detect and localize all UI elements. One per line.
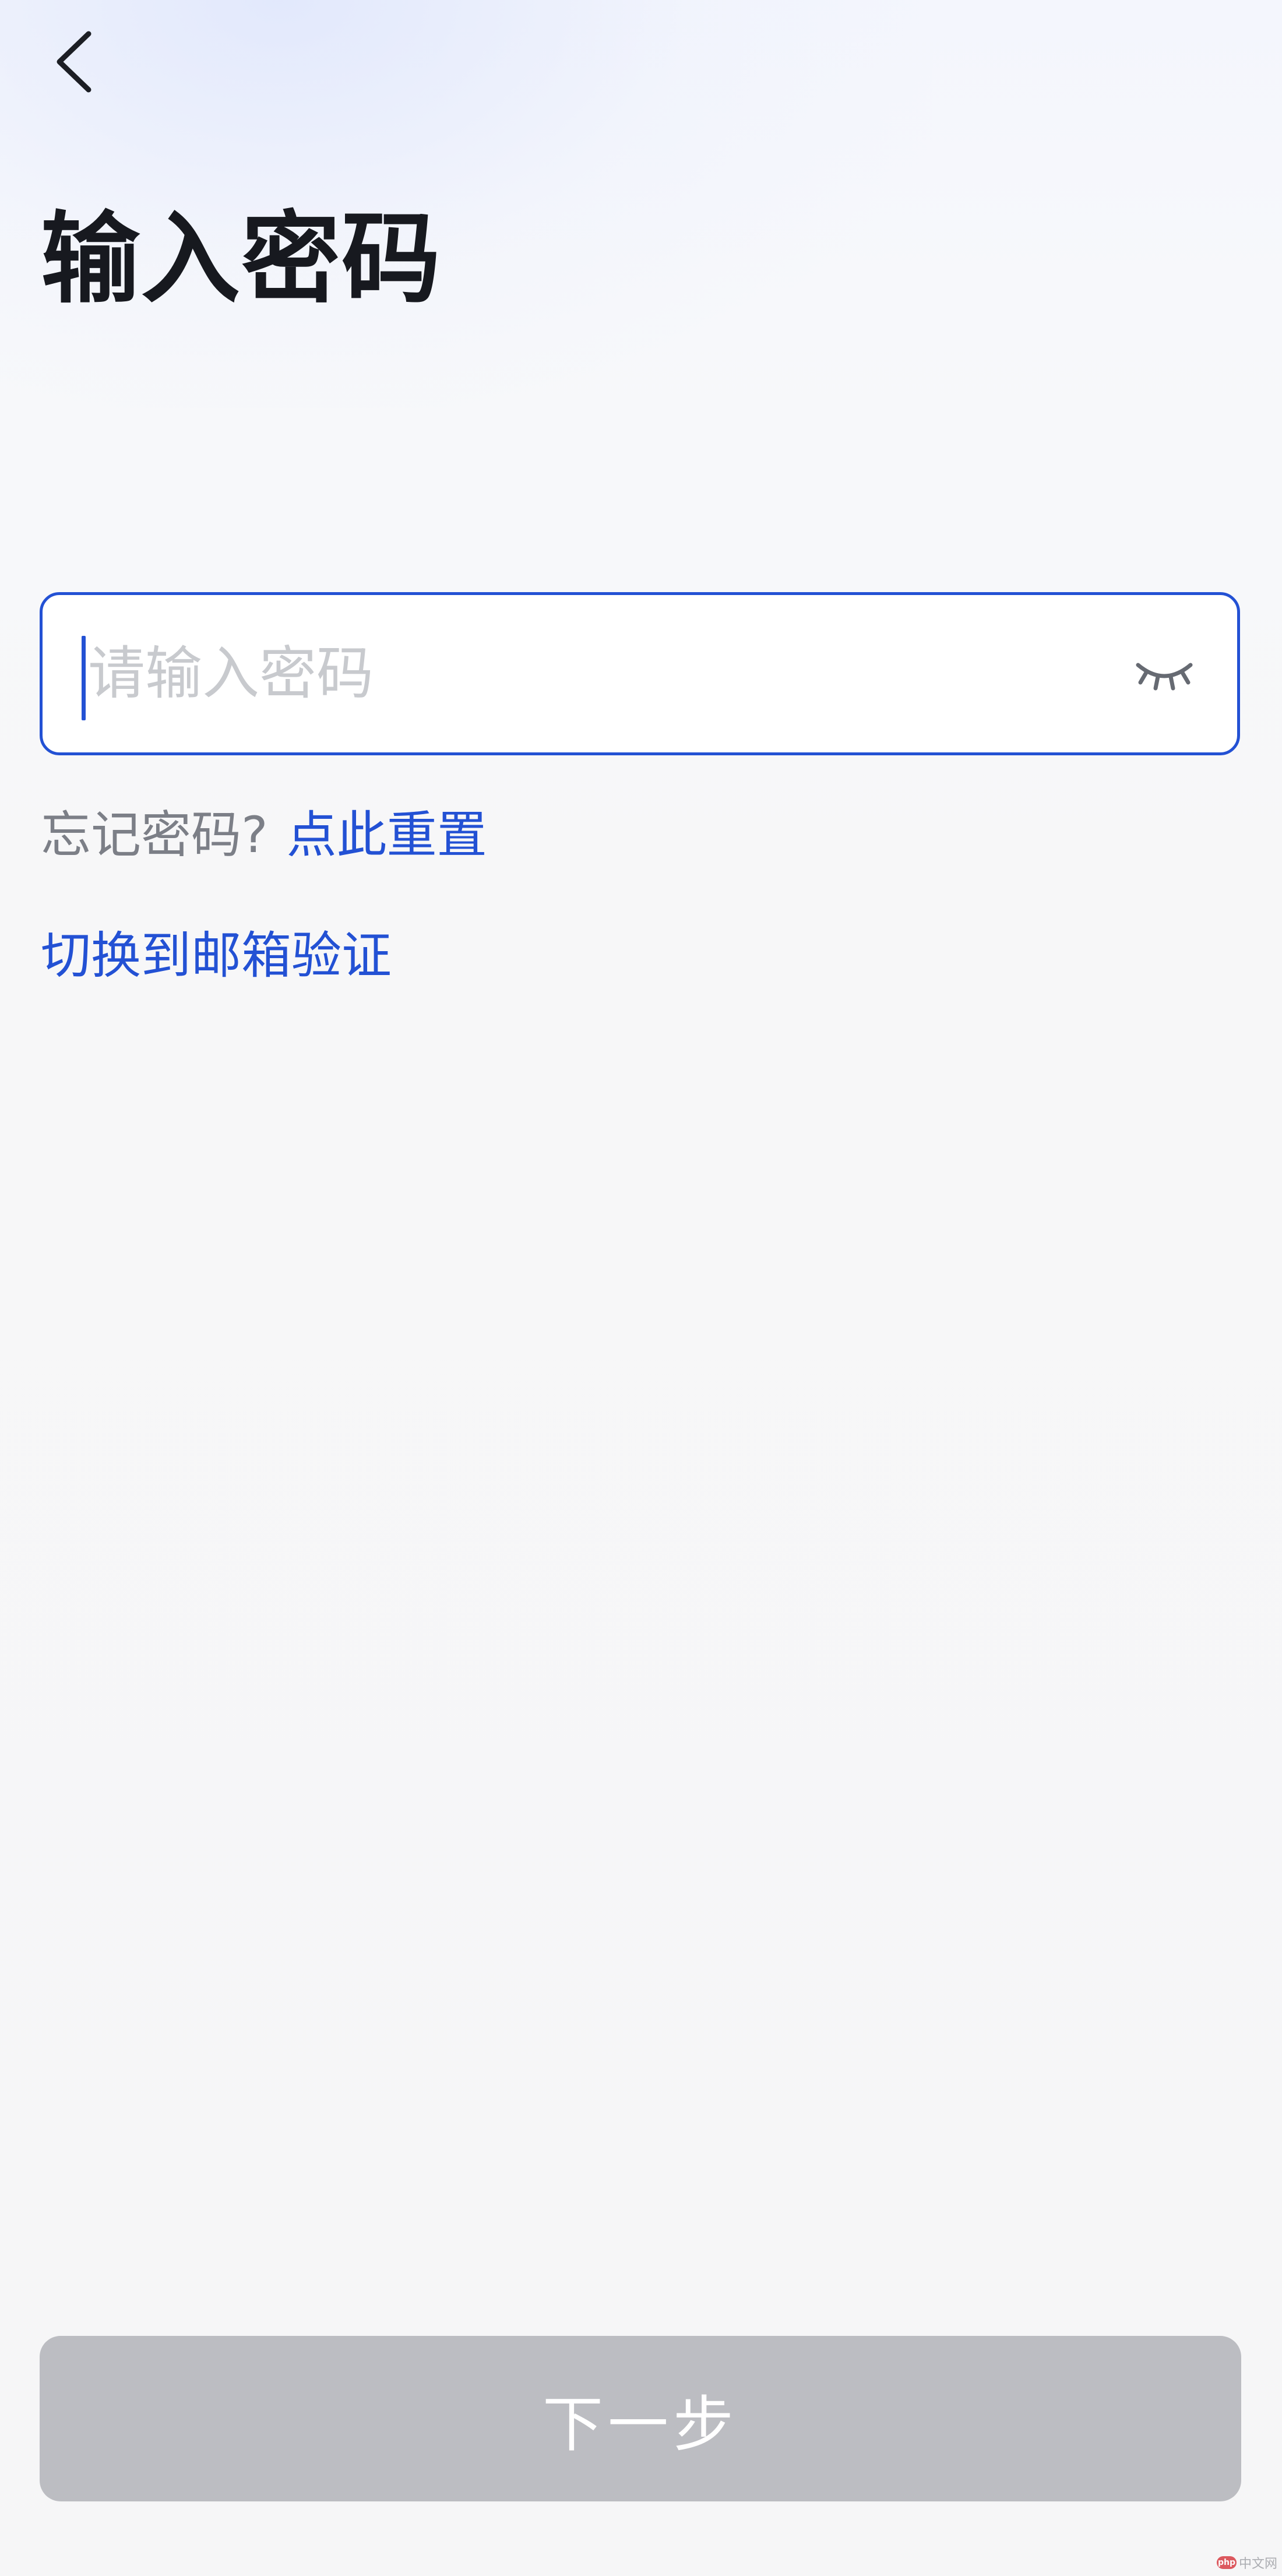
text-cursor <box>82 636 86 720</box>
forgot-password-row: 忘记密码? 点此重置 <box>41 797 487 873</box>
back-button[interactable] <box>41 23 105 99</box>
switch-to-email-link[interactable]: 切换到邮箱验证 <box>41 918 392 994</box>
password-visibility-toggle[interactable] <box>1132 653 1196 694</box>
password-entry-screen: 输入密码 忘记密码? 点此重置 切换到邮箱验证 下一步 php 中文网 <box>0 0 1282 2576</box>
php-logo-icon: php <box>1216 2556 1237 2569</box>
forgot-password-prompt: 忘记密码? <box>41 806 268 864</box>
next-step-button[interactable]: 下一步 <box>40 2336 1241 2501</box>
watermark: php 中文网 <box>1216 2553 1277 2573</box>
eye-closed-icon <box>1136 663 1193 691</box>
password-input[interactable] <box>88 618 1114 729</box>
password-field[interactable] <box>40 592 1240 755</box>
chevron-left-icon <box>57 31 91 93</box>
reset-password-link[interactable]: 点此重置 <box>287 806 487 864</box>
watermark-text: 中文网 <box>1238 2557 1277 2571</box>
page-title: 输入密码 <box>41 202 442 317</box>
